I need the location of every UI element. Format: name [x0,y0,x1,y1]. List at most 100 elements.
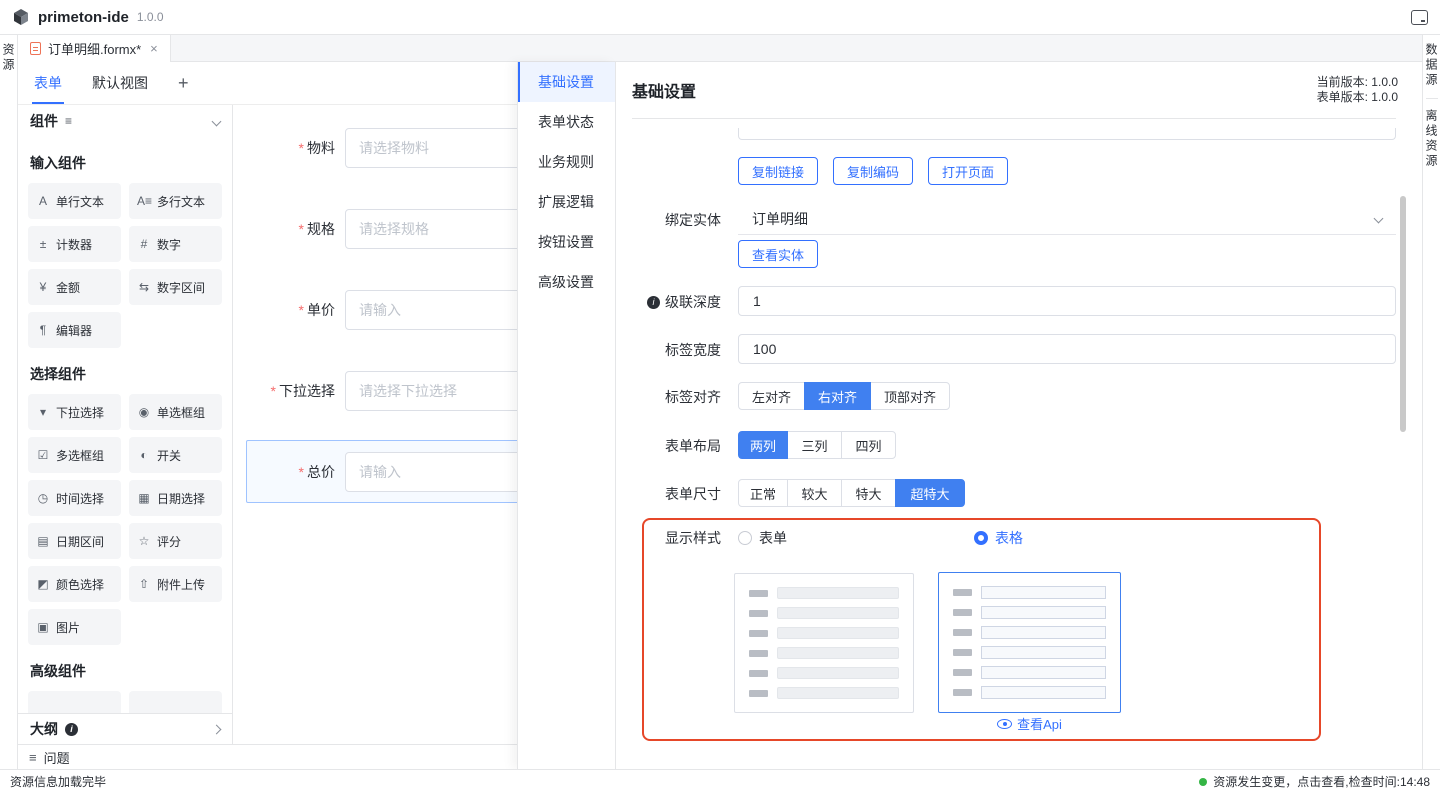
required-mark: * [299,140,304,156]
nav-item-extension-logic[interactable]: 扩展逻辑 [518,182,615,222]
palette-item-label: 日期选择 [157,490,205,507]
file-tab-order-detail[interactable]: 订单明细.formx* × [18,35,171,62]
problems-bar[interactable]: ≡ 问题 [18,744,517,769]
palette-item-label: 多选框组 [56,447,104,464]
palette-item-dropdown-select[interactable]: ▾ 下拉选择 [28,394,121,430]
total-price-input[interactable]: 请输入 [345,452,517,492]
field-label: *总价 [233,462,345,482]
close-icon[interactable]: × [150,42,158,55]
list-icon: ≡ [29,750,37,765]
resources-vertical-tab[interactable]: 资源 [0,43,17,73]
open-page-button[interactable]: 打开页面 [928,157,1008,185]
single-line-text-icon: A [36,194,50,208]
align-right-option[interactable]: 右对齐 [804,382,871,410]
align-top-option[interactable]: 顶部对齐 [870,382,950,410]
select-components-grid: ▾ 下拉选择 ◉ 单选框组 ☑ 多选框组 ◐ 开关 ◷ 时间选择 ▦ 日期选择 … [18,394,232,645]
scrollbar-thumb[interactable] [1400,196,1406,432]
nav-item-basic-settings[interactable]: 基础设置 [518,62,615,102]
palette-item-switch[interactable]: ◐ 开关 [129,437,222,473]
view-api-link[interactable]: 查看Api [938,714,1121,733]
copy-link-button[interactable]: 复制链接 [738,157,818,185]
material-select[interactable]: 请选择物料 [345,128,517,168]
label-width-input[interactable]: 100 [738,334,1396,364]
palette-header[interactable]: 组件 ≡ [18,105,232,137]
label-align-label: 标签对齐 [616,387,721,407]
rating-icon: ☆ [137,534,151,548]
dropdown-select[interactable]: 请选择下拉选择 [345,371,517,411]
window-panel-icon[interactable] [1411,10,1428,25]
size-large-option[interactable]: 较大 [787,479,842,507]
size-xlarge-option[interactable]: 特大 [841,479,896,507]
spec-select[interactable]: 请选择规格 [345,209,517,249]
palette-item-amount[interactable]: ¥ 金额 [28,269,121,305]
nav-item-business-rules[interactable]: 业务规则 [518,142,615,182]
radio-table-style[interactable] [974,531,988,545]
palette-item-editor[interactable]: ¶ 编辑器 [28,312,121,348]
palette-item-single-line-text[interactable]: A 单行文本 [28,183,121,219]
cascade-depth-input[interactable]: 1 [738,286,1396,316]
align-left-option[interactable]: 左对齐 [738,382,805,410]
required-mark: * [299,302,304,318]
palette-item-number[interactable]: # 数字 [129,226,222,262]
nav-item-button-settings[interactable]: 按钮设置 [518,222,615,262]
palette-item-rating[interactable]: ☆ 评分 [129,523,222,559]
palette-item-label: 数字区间 [157,279,205,296]
eye-icon [997,719,1012,729]
three-column-option[interactable]: 三列 [787,431,842,459]
palette-item-date-picker[interactable]: ▦ 日期选择 [129,480,222,516]
chevron-down-icon[interactable] [212,116,222,126]
palette-item-image[interactable]: ▣ 图片 [28,609,121,645]
palette-item-number-range[interactable]: ⇆ 数字区间 [129,269,222,305]
datasource-vertical-tab[interactable]: 数据源 [1423,43,1440,88]
form-layout-group: 两列 三列 四列 [738,431,896,459]
form-field-unit-price[interactable]: *单价 请输入 [233,290,517,330]
radio-form-style[interactable] [738,531,752,545]
palette-item-radio-group[interactable]: ◉ 单选框组 [129,394,222,430]
palette-item-color-picker[interactable]: ◩ 颜色选择 [28,566,121,602]
dropdown-select-icon: ▾ [36,405,50,419]
multi-line-text-icon: A≡ [137,194,151,208]
chevron-right-icon[interactable] [212,724,222,734]
time-picker-icon: ◷ [36,491,50,505]
palette-item-multi-line-text[interactable]: A≡ 多行文本 [129,183,222,219]
palette-item-partial[interactable] [28,691,121,713]
offline-resources-vertical-tab[interactable]: 离线资源 [1423,109,1440,169]
form-field-total-price[interactable]: *总价 请输入 [233,452,517,492]
copy-code-button[interactable]: 复制编码 [833,157,913,185]
form-field-dropdown[interactable]: *下拉选择 请选择下拉选择 [233,371,517,411]
palette-item-label: 编辑器 [56,322,92,339]
version-info: 当前版本: 1.0.0 表单版本: 1.0.0 [1317,75,1398,105]
view-entity-button[interactable]: 查看实体 [738,240,818,268]
size-xxlarge-option[interactable]: 超特大 [895,479,965,507]
size-normal-option[interactable]: 正常 [738,479,788,507]
form-field-material[interactable]: *物料 请选择物料 [233,128,517,168]
four-column-option[interactable]: 四列 [841,431,896,459]
palette-item-label: 评分 [157,533,181,550]
nav-item-advanced-settings[interactable]: 高级设置 [518,262,615,302]
palette-header-label: 组件 [30,111,58,131]
chevron-down-icon [1374,214,1384,224]
palette-item-counter[interactable]: ± 计数器 [28,226,121,262]
cropped-input [738,128,1396,140]
top-bar: primeton-ide 1.0.0 [0,0,1440,35]
amount-icon: ¥ [36,280,50,294]
bind-entity-select[interactable]: 订单明细 [738,203,1396,235]
status-right[interactable]: 资源发生变更，点击查看,检查时间:14:48 [1199,773,1430,790]
form-field-spec[interactable]: *规格 请选择规格 [233,209,517,249]
unit-price-input[interactable]: 请输入 [345,290,517,330]
add-view-button[interactable]: + [178,73,189,94]
palette-item-file-upload[interactable]: ⇧ 附件上传 [129,566,222,602]
two-column-option[interactable]: 两列 [738,431,788,459]
tab-default-view[interactable]: 默认视图 [92,62,148,104]
form-style-preview[interactable] [734,573,914,713]
palette-item-checkbox-group[interactable]: ☑ 多选框组 [28,437,121,473]
table-style-preview[interactable] [938,572,1121,713]
palette-item-time-picker[interactable]: ◷ 时间选择 [28,480,121,516]
number-range-icon: ⇆ [137,280,151,294]
nav-item-form-state[interactable]: 表单状态 [518,102,615,142]
palette-item-partial[interactable] [129,691,222,713]
palette-item-date-range[interactable]: ▤ 日期区间 [28,523,121,559]
tab-form[interactable]: 表单 [34,62,62,104]
outline-bar[interactable]: 大纲 [18,713,233,744]
input-components-grid: A 单行文本 A≡ 多行文本 ± 计数器 # 数字 ¥ 金额 ⇆ 数字区间 ¶ … [18,183,232,348]
